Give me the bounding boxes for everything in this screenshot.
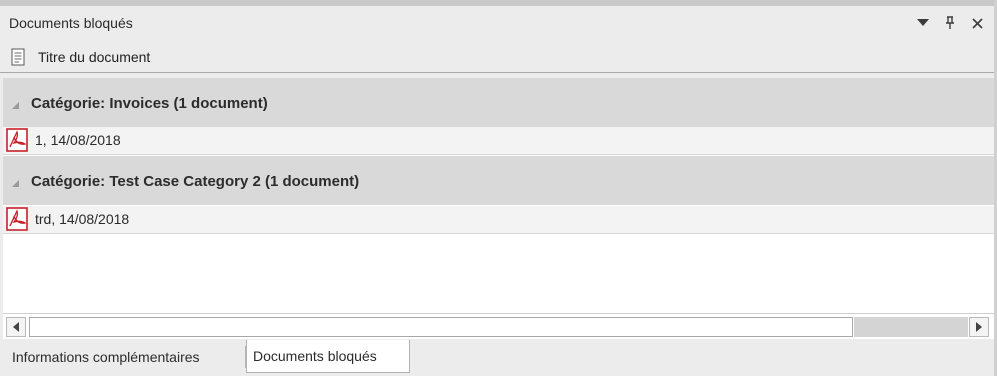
tab-strip: Informations complémentaires Documents b… [0,340,994,376]
list-item[interactable]: trd, 14/08/2018 [3,206,994,234]
chevron-down-icon [917,19,929,26]
scroll-thumb[interactable] [29,317,853,337]
group-row-test-case-category-2[interactable]: Catégorie: Test Case Category 2 (1 docum… [3,156,994,205]
panel-title: Documents bloqués [9,15,133,31]
panel-title-bar: Documents bloqués [0,6,994,40]
tab-blocked-documents[interactable]: Documents bloqués [246,340,410,373]
close-button[interactable] [968,14,986,32]
pdf-icon [6,128,28,152]
tab-additional-information[interactable]: Informations complémentaires [6,340,246,374]
arrow-left-icon [13,322,19,332]
horizontal-scrollbar[interactable] [3,313,994,339]
collapse-triangle-icon[interactable] [12,180,19,187]
tab-label: Documents bloqués [253,348,377,364]
collapse-triangle-icon[interactable] [12,102,19,109]
pdf-icon [6,207,28,231]
list-item[interactable]: 1, 14/08/2018 [3,127,994,155]
document-label: trd, 14/08/2018 [35,211,130,227]
group-label: Catégorie: Invoices (1 document) [31,95,268,112]
close-icon [971,17,983,29]
group-row-invoices[interactable]: Catégorie: Invoices (1 document) [3,78,994,127]
pin-button[interactable] [941,14,959,32]
group-label: Catégorie: Test Case Category 2 (1 docum… [31,173,360,190]
tab-label: Informations complémentaires [12,349,200,365]
scroll-left-button[interactable] [6,317,26,337]
document-list: Catégorie: Invoices (1 document) 1, 14/0… [3,78,994,313]
arrow-right-icon [976,322,982,332]
panel-menu-button[interactable] [914,14,932,32]
scroll-track[interactable] [854,317,968,337]
column-header[interactable]: Titre du document [0,40,994,73]
blocked-documents-panel: Documents bloqués Titre du document Caté… [0,0,997,376]
column-title: Titre du document [38,49,151,65]
document-label: 1, 14/08/2018 [35,132,121,148]
document-icon [11,48,25,66]
scroll-right-button[interactable] [969,317,989,337]
pin-icon [946,16,954,29]
